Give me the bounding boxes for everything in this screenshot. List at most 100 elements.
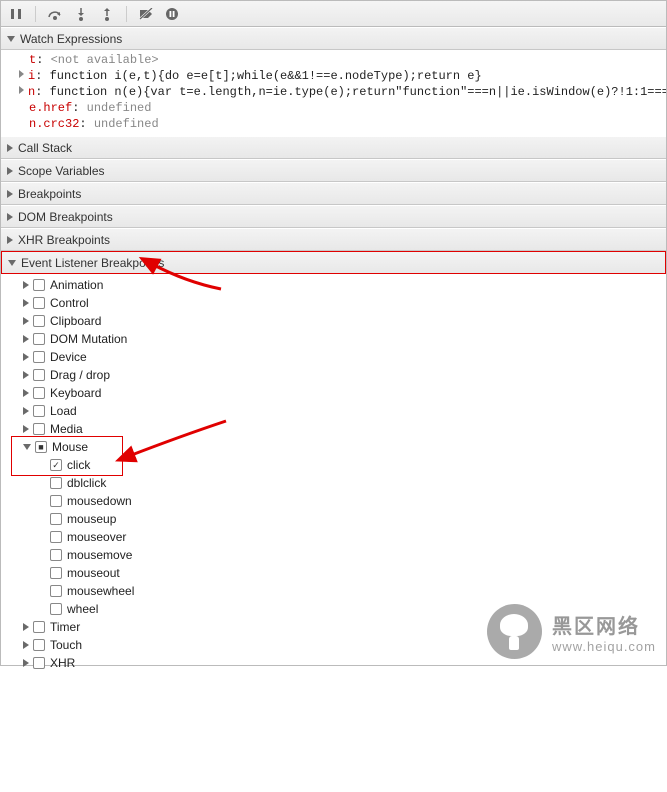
chevron-right-icon	[7, 144, 13, 152]
watermark-text-cn: 黑区网络	[552, 610, 656, 639]
event-category-label: Control	[50, 296, 89, 310]
panel-title: XHR Breakpoints	[18, 233, 110, 247]
checkbox[interactable]	[50, 585, 62, 597]
checkbox[interactable]	[33, 387, 45, 399]
checkbox[interactable]	[50, 477, 62, 489]
event-category-row[interactable]: Device	[1, 348, 666, 366]
chevron-right-icon	[7, 190, 13, 198]
event-category-label: Load	[50, 404, 77, 418]
checkbox[interactable]: ✓	[50, 459, 62, 471]
chevron-right-icon	[23, 335, 29, 343]
watch-item[interactable]: n: function n(e){var t=e.length,n=ie.typ…	[1, 84, 666, 100]
event-category-row[interactable]: Control	[1, 294, 666, 312]
event-category-row[interactable]: Load	[1, 402, 666, 420]
watch-expressions-body: t: <not available> i: function i(e,t){do…	[1, 50, 666, 136]
checkbox[interactable]	[33, 351, 45, 363]
checkbox[interactable]	[50, 531, 62, 543]
checkbox[interactable]	[33, 297, 45, 309]
event-item-row[interactable]: mouseover	[1, 528, 666, 546]
checkbox[interactable]	[33, 657, 45, 669]
chevron-right-icon	[23, 371, 29, 379]
watermark: 黑区网络 www.heiqu.com	[487, 604, 656, 659]
checkbox[interactable]	[33, 315, 45, 327]
toolbar	[1, 1, 666, 27]
separator	[35, 6, 36, 22]
event-item-label: mouseover	[67, 530, 126, 544]
event-category-label: Clipboard	[50, 314, 101, 328]
panel-title: Scope Variables	[18, 164, 105, 178]
checkbox[interactable]	[33, 279, 45, 291]
xhr-breakpoints-header[interactable]: XHR Breakpoints	[1, 228, 666, 251]
event-item-row[interactable]: dblclick	[1, 474, 666, 492]
event-category-label: Timer	[50, 620, 80, 634]
chevron-right-icon	[23, 317, 29, 325]
watch-item[interactable]: i: function i(e,t){do e=e[t];while(e&&1!…	[1, 68, 666, 84]
chevron-right-icon	[7, 167, 13, 175]
event-category-row[interactable]: Keyboard	[1, 384, 666, 402]
event-item-label: wheel	[67, 602, 98, 616]
checkbox[interactable]	[33, 639, 45, 651]
pause-on-exceptions-icon[interactable]	[161, 3, 183, 25]
event-item-label: dblclick	[67, 476, 106, 490]
pause-icon[interactable]	[5, 3, 27, 25]
checkbox[interactable]	[50, 603, 62, 615]
watch-item[interactable]: e.href: undefined	[1, 100, 666, 116]
event-category-row[interactable]: Drag / drop	[1, 366, 666, 384]
checkbox[interactable]: ■	[35, 441, 47, 453]
event-category-row[interactable]: Animation	[1, 276, 666, 294]
event-item-row[interactable]: ✓ click	[1, 456, 666, 474]
chevron-right-icon	[7, 213, 13, 221]
event-item-row[interactable]: mouseup	[1, 510, 666, 528]
event-item-row[interactable]: mouseout	[1, 564, 666, 582]
checkbox[interactable]	[33, 405, 45, 417]
step-into-icon[interactable]	[70, 3, 92, 25]
deactivate-breakpoints-icon[interactable]	[135, 3, 157, 25]
event-listener-breakpoints-header[interactable]: Event Listener Breakpoints	[1, 251, 666, 274]
chevron-down-icon	[7, 36, 15, 42]
chevron-right-icon	[19, 70, 24, 78]
event-item-row[interactable]: mousedown	[1, 492, 666, 510]
checkbox[interactable]	[50, 513, 62, 525]
checkbox[interactable]	[50, 549, 62, 561]
step-out-icon[interactable]	[96, 3, 118, 25]
checkbox[interactable]	[33, 369, 45, 381]
event-item-label: click	[67, 458, 90, 472]
event-item-label: mouseup	[67, 512, 116, 526]
event-item-row[interactable]: mousewheel	[1, 582, 666, 600]
event-category-row[interactable]: DOM Mutation	[1, 330, 666, 348]
event-item-row[interactable]: mousemove	[1, 546, 666, 564]
watch-item[interactable]: t: <not available>	[1, 52, 666, 68]
panel-title: Call Stack	[18, 141, 72, 155]
checkbox[interactable]	[33, 423, 45, 435]
event-category-label: Touch	[50, 638, 82, 652]
checkbox[interactable]	[50, 495, 62, 507]
checkbox[interactable]	[50, 567, 62, 579]
event-category-row[interactable]: Clipboard	[1, 312, 666, 330]
event-category-label: Animation	[50, 278, 103, 292]
panel-title: Event Listener Breakpoints	[21, 256, 164, 270]
event-item-label: mousedown	[67, 494, 132, 508]
chevron-right-icon	[23, 407, 29, 415]
call-stack-header[interactable]: Call Stack	[1, 136, 666, 159]
event-item-label: mouseout	[67, 566, 120, 580]
watch-expressions-header[interactable]: Watch Expressions	[1, 27, 666, 50]
chevron-right-icon	[23, 641, 29, 649]
dom-breakpoints-header[interactable]: DOM Breakpoints	[1, 205, 666, 228]
panel-title: Breakpoints	[18, 187, 81, 201]
chevron-right-icon	[23, 281, 29, 289]
step-over-icon[interactable]	[44, 3, 66, 25]
checkbox[interactable]	[33, 621, 45, 633]
chevron-down-icon	[23, 444, 31, 450]
event-listener-tree: Animation Control Clipboard DOM MutationDev…	[1, 274, 666, 792]
chevron-right-icon	[23, 299, 29, 307]
event-category-label: XHR	[50, 656, 75, 670]
checkbox[interactable]	[33, 333, 45, 345]
breakpoints-header[interactable]: Breakpoints	[1, 182, 666, 205]
separator	[126, 6, 127, 22]
event-category-row[interactable]: ■Mouse	[1, 438, 666, 456]
event-category-row[interactable]: Media	[1, 420, 666, 438]
scope-variables-header[interactable]: Scope Variables	[1, 159, 666, 182]
chevron-down-icon	[8, 260, 16, 266]
watch-item[interactable]: n.crc32: undefined	[1, 116, 666, 132]
watermark-text-url: www.heiqu.com	[552, 639, 656, 654]
